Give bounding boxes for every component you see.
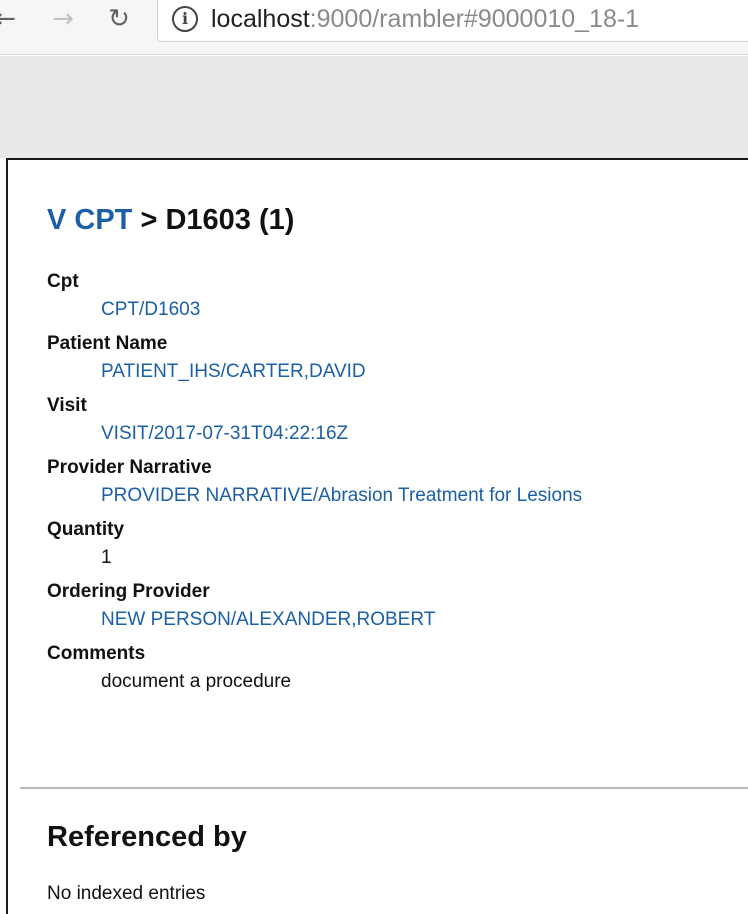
field-value-link[interactable]: PROVIDER NARRATIVE/Abrasion Treatment fo… [101, 484, 582, 508]
field-list: Cpt CPT/D1603 Patient Name PATIENT_IHS/CART… [47, 270, 737, 704]
back-arrow-icon[interactable]: ← [0, 4, 20, 34]
field-label: Ordering Provider [47, 581, 210, 602]
field-value-link[interactable]: NEW PERSON/ALEXANDER,ROBERT [101, 608, 435, 632]
field-value: document a procedure [101, 671, 292, 692]
field-value-link[interactable]: CPT/D1603 [101, 298, 200, 322]
field-value-link[interactable]: VISIT/2017-07-31T04:22:16Z [101, 422, 348, 446]
referenced-by-empty-text: No indexed entries [47, 883, 206, 904]
field-value-link[interactable]: PATIENT_IHS/CARTER,DAVID [101, 360, 366, 384]
field-row: Patient Name PATIENT_IHS/CARTER,DAVID [47, 332, 737, 394]
field-label: Patient Name [47, 333, 168, 354]
info-icon[interactable]: i [172, 6, 198, 32]
field-label: Visit [47, 395, 87, 416]
field-label: Provider Narrative [47, 457, 212, 478]
breadcrumb-link[interactable]: V CPT [47, 204, 132, 236]
field-row: Comments document a procedure [47, 642, 737, 704]
field-label: Cpt [47, 271, 79, 292]
browser-toolbar: ← → ↻ i localhost:9000/rambler#9000010_1… [0, 0, 748, 55]
forward-arrow-icon[interactable]: → [48, 4, 78, 34]
field-row: Quantity 1 [47, 518, 737, 580]
field-label: Quantity [47, 519, 125, 540]
field-row: Provider Narrative PROVIDER NARRATIVE/Abr… [47, 456, 737, 518]
url-text[interactable]: localhost:9000/rambler#9000010_18-1 [211, 4, 639, 34]
field-row: Visit VISIT/2017-07-31T04:22:16Z [47, 394, 737, 456]
field-row: Cpt CPT/D1603 [47, 270, 737, 332]
address-bar[interactable]: i localhost:9000/rambler#9000010_18-1 [157, 0, 748, 42]
section-divider [20, 787, 748, 789]
reload-icon[interactable]: ↻ [104, 4, 134, 34]
page-title: V CPT > D1603 (1) [47, 201, 294, 239]
field-label: Comments [47, 643, 146, 664]
url-host: localhost [211, 5, 310, 33]
referenced-by-heading: Referenced by [47, 821, 247, 853]
breadcrumb-separator: > [132, 204, 166, 236]
field-value: 1 [101, 547, 112, 568]
field-row: Ordering Provider NEW PERSON/ALEXANDER,RO… [47, 580, 737, 642]
page-background [0, 56, 748, 158]
url-path: :9000/rambler#9000010_18-1 [309, 5, 640, 33]
breadcrumb-current: D1603 (1) [165, 204, 295, 236]
